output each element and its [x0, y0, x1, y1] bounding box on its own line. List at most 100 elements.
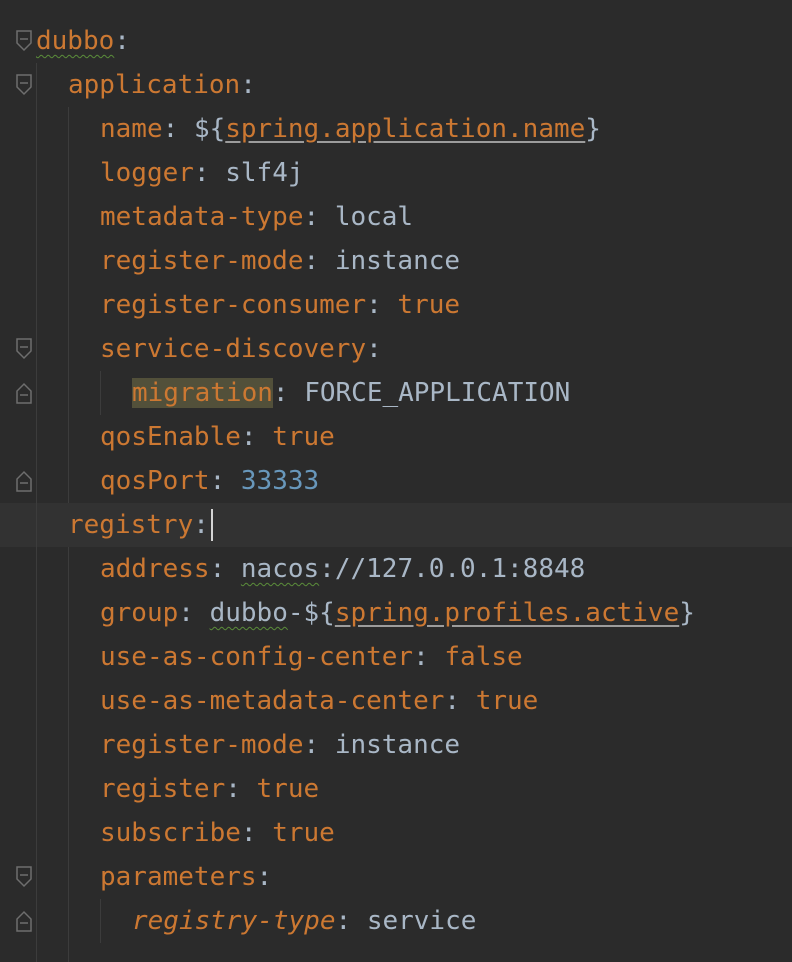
yaml-key: group — [100, 598, 179, 628]
yaml-key: dubbo — [36, 26, 115, 56]
code-line-registry[interactable]: registry: — [68, 503, 209, 547]
text-caret — [211, 509, 213, 541]
yaml-separator: : — [162, 114, 194, 144]
yaml-key: metadata-type — [100, 202, 304, 232]
code-editor[interactable]: dubbo: application: name: ${spring.appli… — [0, 0, 792, 962]
yaml-separator: : — [366, 334, 382, 364]
fold-close-icon[interactable] — [16, 470, 32, 492]
placeholder-open: ${ — [193, 114, 226, 144]
yaml-separator: : — [193, 158, 226, 188]
yaml-value: FORCE_APPLICATION — [304, 378, 571, 408]
yaml-separator: : — [240, 70, 256, 100]
yaml-separator: : — [303, 730, 335, 760]
fold-end-registry-type[interactable] — [0, 899, 34, 943]
indent-guide — [68, 107, 69, 503]
fold-end-qosport[interactable] — [0, 459, 34, 503]
fold-open-icon[interactable] — [16, 866, 32, 888]
yaml-value: true — [475, 686, 539, 716]
yaml-value-prefix: dubbo — [209, 598, 288, 628]
code-line-subscribe[interactable]: subscribe: true — [100, 811, 335, 855]
yaml-value: true — [256, 774, 320, 804]
yaml-value: instance — [334, 246, 461, 276]
fold-end-migration[interactable] — [0, 371, 34, 415]
yaml-key: register — [100, 774, 226, 804]
property-reference[interactable]: spring.application.name — [225, 114, 585, 144]
yaml-separator: : — [114, 26, 130, 56]
yaml-separator: : — [272, 378, 305, 408]
yaml-key: register-mode — [100, 730, 304, 760]
yaml-key: application — [68, 70, 241, 100]
yaml-key: migration — [132, 378, 273, 408]
code-line-migration[interactable]: migration: FORCE_APPLICATION — [132, 371, 570, 415]
yaml-value: true — [272, 818, 335, 848]
fold-marker-dubbo[interactable] — [0, 19, 34, 63]
placeholder-close: } — [585, 114, 601, 144]
code-line-name[interactable]: name: ${spring.application.name} — [100, 107, 601, 151]
yaml-key: subscribe — [100, 818, 241, 848]
code-line-address[interactable]: address: nacos://127.0.0.1:8848 — [100, 547, 585, 591]
yaml-separator: : — [209, 466, 241, 496]
yaml-key: qosPort — [100, 466, 210, 496]
code-line-use-as-config-center[interactable]: use-as-config-center: false — [100, 635, 523, 679]
yaml-separator: : — [256, 862, 273, 892]
indent-guide — [100, 371, 101, 415]
indent-guide — [100, 899, 101, 943]
fold-marker-parameters[interactable] — [0, 855, 34, 899]
yaml-key: use-as-config-center — [100, 642, 414, 672]
code-line-application[interactable]: application: — [68, 63, 256, 107]
property-reference[interactable]: spring.profiles.active — [335, 598, 679, 628]
yaml-value: instance — [334, 730, 461, 760]
yaml-separator: : — [225, 774, 257, 804]
fold-open-icon[interactable] — [16, 338, 32, 360]
code-line-register-mode[interactable]: register-mode: instance — [100, 239, 460, 283]
yaml-value: false — [444, 642, 523, 672]
yaml-value: slf4j — [225, 158, 304, 188]
yaml-key: qosEnable — [100, 422, 241, 452]
yaml-separator: : — [413, 642, 445, 672]
code-line-dubbo[interactable]: dubbo: — [36, 19, 130, 63]
indent-guide — [68, 547, 69, 962]
yaml-value: ://127.0.0.1:8848 — [319, 554, 586, 584]
yaml-separator: : — [209, 554, 241, 584]
yaml-key: logger — [100, 158, 194, 188]
yaml-value: true — [397, 290, 461, 320]
fold-open-icon[interactable] — [16, 74, 32, 96]
yaml-separator: : — [335, 906, 367, 936]
code-line-metadata-type[interactable]: metadata-type: local — [100, 195, 413, 239]
fold-open-icon[interactable] — [16, 30, 32, 52]
code-line-register[interactable]: register: true — [100, 767, 319, 811]
yaml-separator: : — [303, 246, 335, 276]
editor-gutter — [0, 0, 34, 962]
yaml-key: address — [100, 554, 210, 584]
yaml-separator: : — [193, 510, 209, 540]
fold-close-icon[interactable] — [16, 382, 32, 404]
yaml-key: register-mode — [100, 246, 304, 276]
yaml-value: true — [272, 422, 335, 452]
yaml-key: name — [100, 114, 163, 144]
fold-marker-service-discovery[interactable] — [0, 327, 34, 371]
yaml-value-scheme: nacos — [240, 554, 320, 584]
code-line-qosport[interactable]: qosPort: 33333 — [100, 459, 319, 503]
code-line-register-mode[interactable]: register-mode: instance — [100, 723, 460, 767]
yaml-key: registry — [68, 510, 194, 540]
code-line-parameters[interactable]: parameters: — [100, 855, 272, 899]
fold-close-icon[interactable] — [16, 910, 32, 932]
yaml-separator: : — [303, 202, 335, 232]
yaml-key: registry-type — [132, 906, 336, 936]
code-line-logger[interactable]: logger: slf4j — [100, 151, 304, 195]
yaml-separator: : — [366, 290, 398, 320]
yaml-separator: : — [240, 422, 273, 452]
code-line-qosenable[interactable]: qosEnable: true — [100, 415, 335, 459]
yaml-key: register-consumer — [100, 290, 367, 320]
yaml-value: 33333 — [240, 466, 320, 496]
code-line-service-discovery[interactable]: service-discovery: — [100, 327, 382, 371]
yaml-key: use-as-metadata-center — [100, 686, 445, 716]
code-line-group[interactable]: group: dubbo-${spring.profiles.active} — [100, 591, 695, 635]
code-line-register-consumer[interactable]: register-consumer: true — [100, 283, 460, 327]
yaml-key: service-discovery — [100, 334, 367, 364]
code-line-registry-type[interactable]: registry-type: service — [132, 899, 476, 943]
fold-marker-application[interactable] — [0, 63, 34, 107]
placeholder-close: } — [679, 598, 695, 628]
yaml-value: service — [366, 906, 477, 936]
code-line-use-as-metadata-center[interactable]: use-as-metadata-center: true — [100, 679, 538, 723]
